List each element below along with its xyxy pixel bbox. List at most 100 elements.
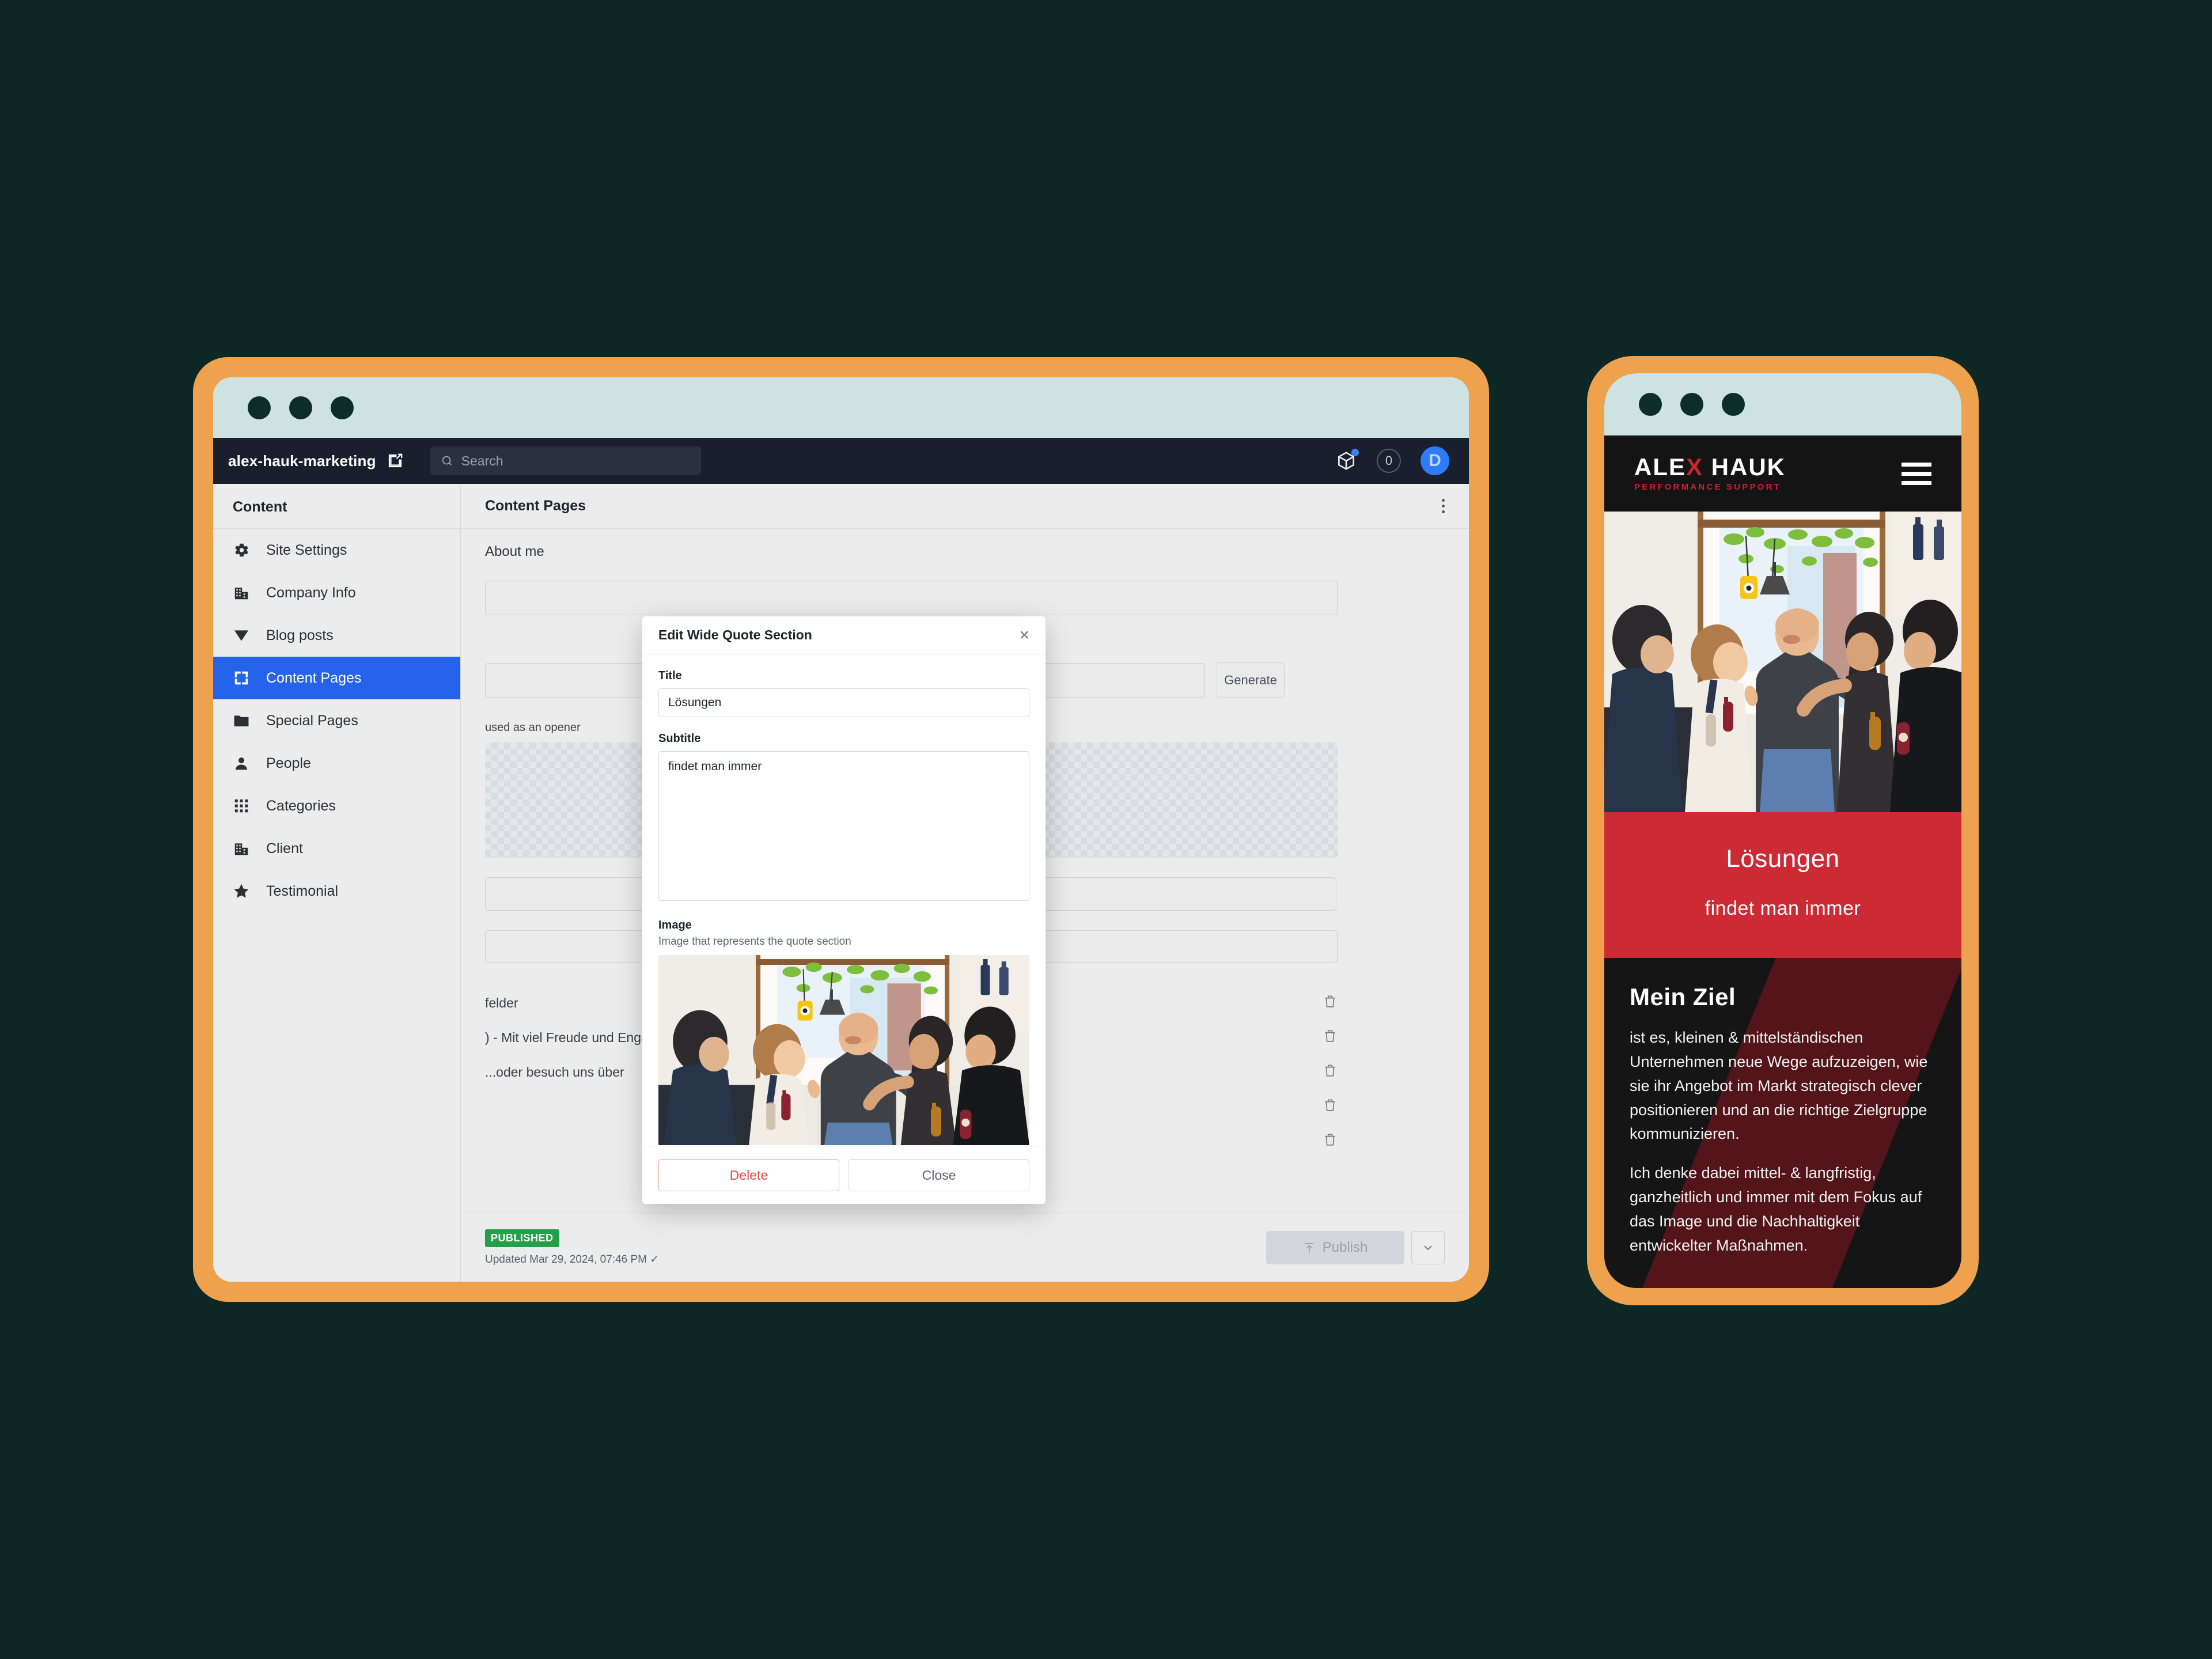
building-icon: [233, 584, 250, 601]
status-badge: PUBLISHED: [485, 1229, 559, 1247]
hamburger-menu-icon[interactable]: [1902, 462, 1931, 485]
star-icon: [233, 882, 250, 900]
desktop-device-frame: alex-hauk-marketing Search 0 D Content S…: [193, 357, 1489, 1302]
publish-button-label: Publish: [1322, 1239, 1368, 1255]
sidebar-item-company-info[interactable]: Company Info: [213, 571, 460, 614]
sidebar-item-label: Company Info: [266, 584, 356, 601]
sidebar: Content Site Settings Company Info Blog …: [213, 484, 461, 1282]
sidebar-heading: Content: [213, 484, 460, 529]
about-section: Mein Ziel ist es, kleinen & mittelständi…: [1604, 958, 1961, 1288]
quote-photo: [658, 955, 1029, 1145]
window-close-dot[interactable]: [1639, 393, 1662, 416]
subtitle-textarea[interactable]: [658, 751, 1029, 901]
phone-navbar: ALEX HAUK PERFORMANCE SUPPORT: [1604, 435, 1961, 512]
window-maximize-dot[interactable]: [331, 396, 354, 419]
trash-icon[interactable]: [1323, 1028, 1338, 1047]
window-minimize-dot[interactable]: [1680, 393, 1703, 416]
image-preview[interactable]: [658, 955, 1029, 1145]
sidebar-item-label: Client: [266, 840, 303, 857]
trash-icon[interactable]: [1323, 1063, 1338, 1081]
sidebar-item-people[interactable]: People: [213, 742, 460, 785]
section-heading: Mein Ziel: [1630, 983, 1736, 1010]
trash-icon[interactable]: [1323, 1132, 1338, 1150]
search-input[interactable]: Search: [430, 446, 701, 475]
notification-count-badge[interactable]: 0: [1377, 449, 1401, 473]
modal-header: Edit Wide Quote Section ×: [642, 616, 1046, 654]
image-field-label: Image: [658, 919, 692, 931]
publish-status-block: PUBLISHED Updated Mar 29, 2024, 07:46 PM…: [485, 1229, 659, 1266]
package-icon[interactable]: [1335, 449, 1359, 472]
topbar-actions: 0 D: [1335, 446, 1449, 475]
publish-options-button[interactable]: [1411, 1230, 1445, 1264]
expand-icon: [233, 669, 250, 687]
trash-icon[interactable]: [1323, 994, 1338, 1012]
sidebar-item-label: Categories: [266, 797, 336, 814]
sidebar-item-label: Site Settings: [266, 541, 347, 558]
edit-square-icon[interactable]: [387, 452, 404, 469]
gear-icon: [233, 541, 250, 559]
grid-icon: [233, 797, 250, 815]
hero-photo: [1604, 512, 1961, 812]
row-text: ...oder besuch uns über: [485, 1064, 624, 1080]
about-paragraph-1: ist es, kleinen & mittelständischen Unte…: [1630, 1029, 1928, 1143]
site-logo[interactable]: ALEX HAUK PERFORMANCE SUPPORT: [1634, 453, 1786, 493]
quote-subtitle: findet man immer: [1705, 897, 1861, 919]
generate-button[interactable]: Generate: [1217, 662, 1285, 698]
delete-button[interactable]: Delete: [658, 1159, 839, 1191]
main-header: Content Pages: [461, 484, 1469, 529]
building-icon: [233, 840, 250, 857]
phone-device-frame: ALEX HAUK PERFORMANCE SUPPORT Lösungen f…: [1587, 356, 1979, 1305]
sidebar-item-blog-posts[interactable]: Blog posts: [213, 614, 460, 657]
publish-upload-icon: [1305, 1243, 1313, 1252]
site-name-label: alex-hauk-marketing: [228, 452, 376, 469]
window-close-dot[interactable]: [248, 396, 271, 419]
page-title: Content Pages: [485, 498, 586, 514]
subtitle-field-label: Subtitle: [658, 732, 701, 745]
logo-x-accent: X: [1686, 453, 1704, 480]
modal-footer: Delete Close: [642, 1146, 1046, 1204]
edit-wide-quote-modal: Edit Wide Quote Section × Title Subtitle…: [642, 616, 1046, 1204]
sidebar-item-special-pages[interactable]: Special Pages: [213, 699, 460, 742]
sidebar-item-label: Testimonial: [266, 882, 339, 899]
more-vertical-icon[interactable]: [1442, 499, 1445, 513]
close-button[interactable]: Close: [849, 1159, 1029, 1191]
sidebar-item-content-pages[interactable]: Content Pages: [213, 657, 460, 699]
row-text: felder: [485, 995, 518, 1010]
window-minimize-dot[interactable]: [289, 396, 312, 419]
modal-body: Title Subtitle Image Image that represen…: [642, 654, 1046, 1146]
sidebar-item-site-settings[interactable]: Site Settings: [213, 529, 460, 571]
search-placeholder: Search: [461, 453, 503, 468]
about-paragraph-2: Ich denke dabei mittel- & langfristig, g…: [1630, 1164, 1922, 1254]
desktop-body: Content Site Settings Company Info Blog …: [213, 484, 1469, 1282]
desktop-screen: alex-hauk-marketing Search 0 D Content S…: [213, 377, 1469, 1282]
folder-icon: [233, 712, 250, 729]
publish-controls: Publish: [1266, 1230, 1445, 1264]
avatar[interactable]: D: [1421, 446, 1449, 475]
title-input[interactable]: [658, 688, 1029, 717]
close-icon[interactable]: ×: [1019, 626, 1029, 644]
sidebar-item-label: Content Pages: [266, 669, 362, 686]
sidebar-item-client[interactable]: Client: [213, 827, 460, 870]
quote-section: Lösungen findet man immer: [1604, 812, 1961, 958]
image-field-hint: Image that represents the quote section: [658, 935, 851, 948]
package-notification-dot: [1351, 449, 1359, 456]
logo-tagline: PERFORMANCE SUPPORT: [1634, 482, 1781, 492]
sidebar-item-categories[interactable]: Categories: [213, 785, 460, 827]
desktop-titlebar: [213, 377, 1469, 438]
background-field-1[interactable]: [485, 581, 1338, 615]
publish-button[interactable]: Publish: [1266, 1230, 1404, 1264]
window-maximize-dot[interactable]: [1722, 393, 1745, 416]
app-topbar: alex-hauk-marketing Search 0 D: [213, 438, 1469, 484]
phone-screen: ALEX HAUK PERFORMANCE SUPPORT Lösungen f…: [1604, 373, 1961, 1288]
chevron-down-icon: [1424, 1245, 1432, 1250]
sidebar-item-testimonial[interactable]: Testimonial: [213, 870, 460, 912]
breadcrumb: About me: [485, 544, 544, 559]
updated-timestamp: Updated Mar 29, 2024, 07:46 PM ✓: [485, 1253, 660, 1266]
logo-part-2: HAUK: [1703, 453, 1786, 480]
quote-title: Lösungen: [1726, 844, 1840, 873]
search-icon: [442, 456, 452, 465]
trash-icon[interactable]: [1323, 1097, 1338, 1116]
main-footer: PUBLISHED Updated Mar 29, 2024, 07:46 PM…: [461, 1213, 1469, 1282]
triangle-down-icon: [233, 627, 250, 644]
modal-title: Edit Wide Quote Section: [658, 627, 812, 642]
